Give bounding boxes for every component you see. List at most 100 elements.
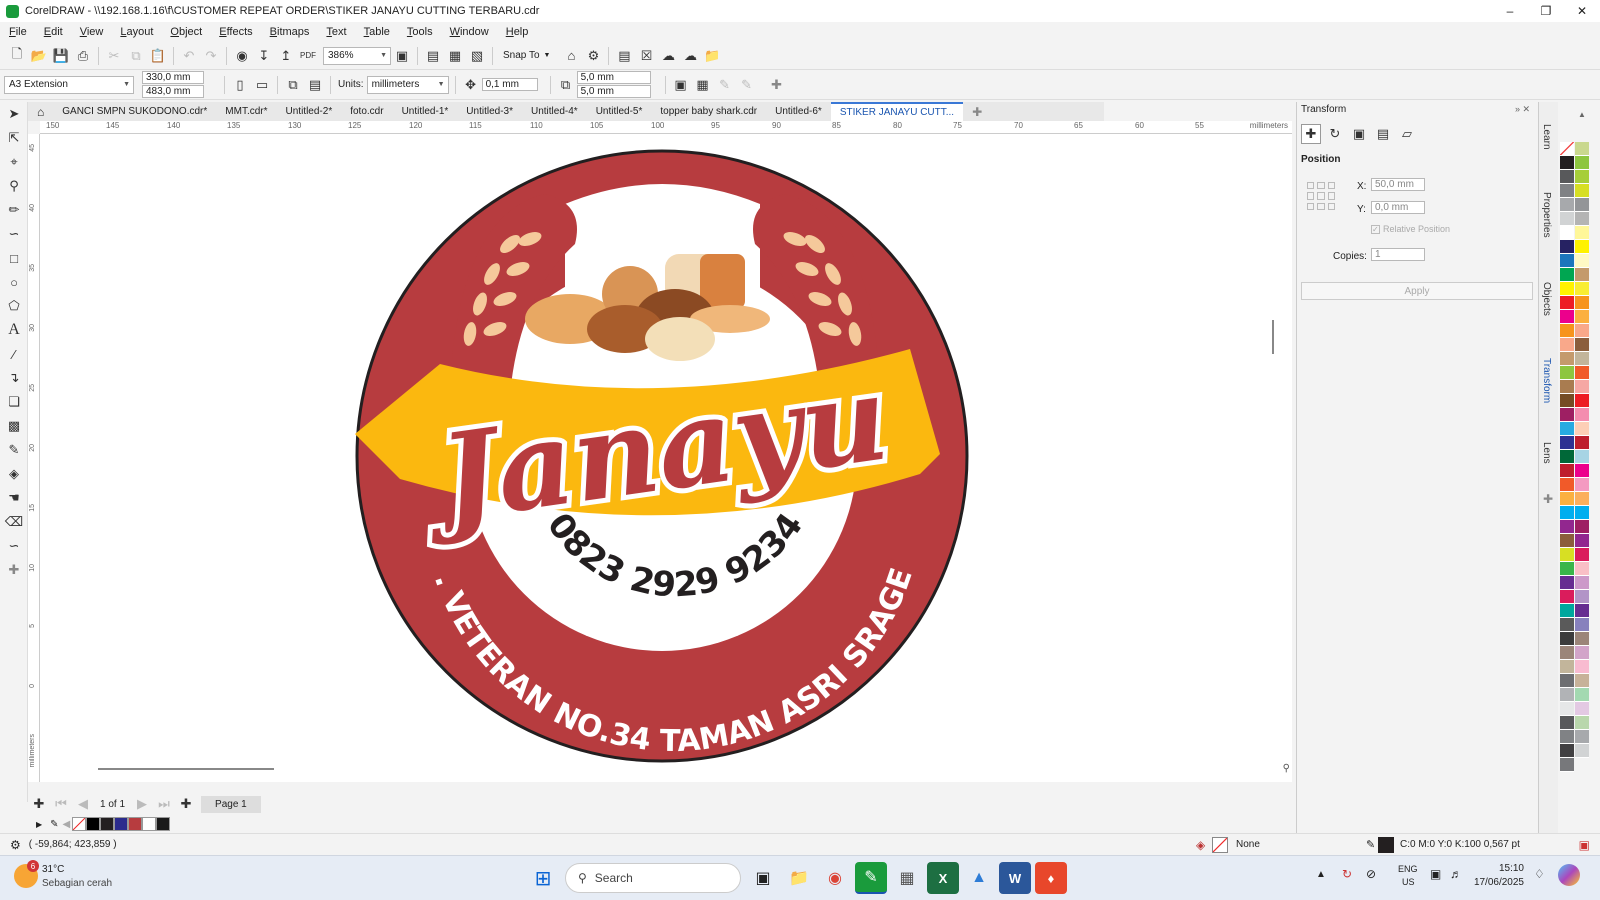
cloud-upload-icon[interactable]: ☁ [657, 45, 679, 67]
input-language[interactable]: ENG [1398, 864, 1418, 874]
swatch-white[interactable] [142, 817, 157, 831]
portrait-icon[interactable]: ▯ [229, 74, 251, 96]
add-docker-icon[interactable]: ✚ [1543, 492, 1553, 506]
learn-tab[interactable]: Learn [1541, 124, 1552, 150]
freehand-tool-icon[interactable]: ✏ [0, 198, 28, 222]
new-document-icon[interactable]: 🗋 [6, 45, 28, 67]
sticker-artwork[interactable]: Janayu 0823 2929 9234 JL. VETERAN NO.34 … [27, 107, 1292, 782]
connector-tool-icon[interactable]: ↴ [0, 366, 28, 390]
fill-indicator-icon[interactable]: ◈ [1196, 838, 1205, 852]
docker-close-icon[interactable]: » ✕ [1515, 104, 1530, 115]
duplicate-x-field[interactable]: 5,0 mm [576, 71, 651, 84]
notification-bell-icon[interactable]: ♢ [1534, 867, 1545, 881]
corel-app-icon[interactable]: ♦ [1035, 862, 1067, 894]
parallel-dimension-icon[interactable]: ∕ [0, 342, 28, 366]
menu-bitmaps[interactable]: Bitmaps [270, 26, 310, 38]
clock-time[interactable]: 15:10 [1484, 863, 1524, 874]
add-tool-icon[interactable]: ✚ [0, 558, 28, 582]
palette-left-icon[interactable]: ◀ [63, 819, 71, 830]
edit-icon[interactable]: ✎ [714, 74, 736, 96]
next-page-icon[interactable]: ▶ [131, 793, 153, 815]
horizontal-ruler[interactable]: 150 145 140 135 130 125 120 115 110 105 … [40, 121, 1292, 134]
duplicate-y-field[interactable]: 5,0 mm [576, 85, 651, 98]
landscape-icon[interactable]: ▭ [251, 74, 273, 96]
doc-tab[interactable]: topper baby shark.cdr [651, 102, 766, 121]
doc-tab[interactable]: Untitled-3* [457, 102, 522, 121]
doc-tab[interactable]: Untitled-2* [277, 102, 342, 121]
draw-page-frame-icon[interactable]: ▦ [692, 74, 714, 96]
show-rulers-icon[interactable]: ▤ [422, 45, 444, 67]
drop-shadow-icon[interactable]: ❏ [0, 390, 28, 414]
eraser-tool-icon[interactable]: ⌫ [0, 510, 28, 534]
vertical-scrollbar-thumb[interactable] [1272, 320, 1274, 354]
coreldraw-taskbar-icon[interactable]: ✎ [855, 862, 887, 894]
launch-icon[interactable]: ▤ [613, 45, 635, 67]
start-windows-icon[interactable]: ⊞ [527, 862, 559, 894]
size-mode-icon[interactable]: ▤ [1373, 124, 1393, 144]
import-icon[interactable]: ↧ [253, 45, 275, 67]
units-combo[interactable]: millimeters ▼ [366, 75, 449, 94]
fill-swatch[interactable] [1212, 836, 1228, 853]
settings-gear-icon[interactable]: ⚙ [10, 838, 21, 852]
smart-fill-icon[interactable]: ☚ [0, 486, 28, 510]
doc-tab[interactable]: Untitled-4* [522, 102, 587, 121]
prev-page-icon[interactable]: ◀ [72, 793, 94, 815]
copy-icon[interactable]: ⧉ [125, 45, 147, 67]
tray-network-icon[interactable]: ⊘ [1366, 867, 1376, 881]
treat-as-filled-icon[interactable]: ▣ [670, 74, 692, 96]
new-tab-icon[interactable]: ✚ [963, 102, 991, 121]
page-size-combo[interactable]: A3 Extension ▼ [4, 75, 134, 94]
smudge-tool-icon[interactable]: ∽ [0, 534, 28, 558]
all-pages-icon[interactable]: ⧉ [282, 74, 304, 96]
options-gear-icon[interactable]: ⚙ [582, 45, 604, 67]
word-icon[interactable]: W [999, 862, 1031, 894]
artistic-media-icon[interactable]: ∽ [0, 222, 28, 246]
position-mode-icon[interactable]: ✚ [1301, 124, 1321, 144]
tray-chevron-icon[interactable]: ▲ [1316, 869, 1326, 880]
menu-object[interactable]: Object [170, 26, 202, 38]
add-page-after-icon[interactable]: ✚ [175, 793, 197, 815]
photos-icon[interactable]: ▲ [963, 862, 995, 894]
redo-icon[interactable]: ↷ [200, 45, 222, 67]
page-tab[interactable]: Page 1 [201, 795, 261, 813]
menu-help[interactable]: Help [506, 26, 529, 38]
doc-tab[interactable]: GANCI SMPN SUKODONO.cdr* [53, 102, 216, 121]
swatch-dark[interactable] [100, 817, 115, 831]
palette-expand-icon[interactable]: ▶ [36, 820, 42, 829]
snap-to-dropdown[interactable]: Snap To [503, 50, 540, 61]
transparency-icon[interactable]: ☒ [635, 45, 657, 67]
publish-pdf-icon[interactable]: PDF [297, 45, 319, 67]
swatch-navy[interactable] [114, 817, 129, 831]
zoom-corner-icon[interactable]: ⚲ [1283, 763, 1290, 774]
undo-icon[interactable]: ↶ [178, 45, 200, 67]
folder-icon[interactable]: 📁 [701, 45, 723, 67]
tray-sync-icon[interactable]: ↻ [1342, 867, 1352, 881]
menu-text[interactable]: Text [326, 26, 346, 38]
swatch-black2[interactable] [156, 817, 171, 831]
swatch-black[interactable] [86, 817, 101, 831]
taskbar-search[interactable]: ⚲ Search [565, 863, 741, 893]
rotate-mode-icon[interactable]: ↻ [1325, 124, 1345, 144]
color-eyedropper-icon[interactable]: ✎ [0, 438, 28, 462]
first-page-icon[interactable]: ⏮ [50, 793, 72, 815]
home-tab-icon[interactable]: ⌂ [28, 102, 53, 121]
current-page-icon[interactable]: ▤ [304, 74, 326, 96]
cloud-download-icon[interactable]: ☁ [679, 45, 701, 67]
full-screen-icon[interactable]: ▣ [391, 45, 413, 67]
export-icon[interactable]: ↥ [275, 45, 297, 67]
doc-tab[interactable]: foto.cdr [341, 102, 392, 121]
show-grid-icon[interactable]: ▦ [444, 45, 466, 67]
task-view-icon[interactable]: ▣ [747, 862, 779, 894]
add-preset-icon[interactable]: ✚ [766, 74, 788, 96]
chrome-icon[interactable]: ◉ [819, 862, 851, 894]
text-tool-icon[interactable]: A [0, 318, 28, 342]
x-position-field[interactable]: 50,0 mm [1371, 178, 1425, 191]
polygon-tool-icon[interactable]: ⬠ [0, 294, 28, 318]
apply-button[interactable]: Apply [1301, 282, 1533, 300]
skew-mode-icon[interactable]: ▱ [1397, 124, 1417, 144]
show-guidelines-icon[interactable]: ▧ [466, 45, 488, 67]
save-icon[interactable]: 💾 [50, 45, 72, 67]
add-page-before-icon[interactable]: ✚ [28, 793, 50, 815]
brush-icon[interactable]: ✎ [736, 74, 758, 96]
doc-tab[interactable]: Untitled-5* [587, 102, 652, 121]
